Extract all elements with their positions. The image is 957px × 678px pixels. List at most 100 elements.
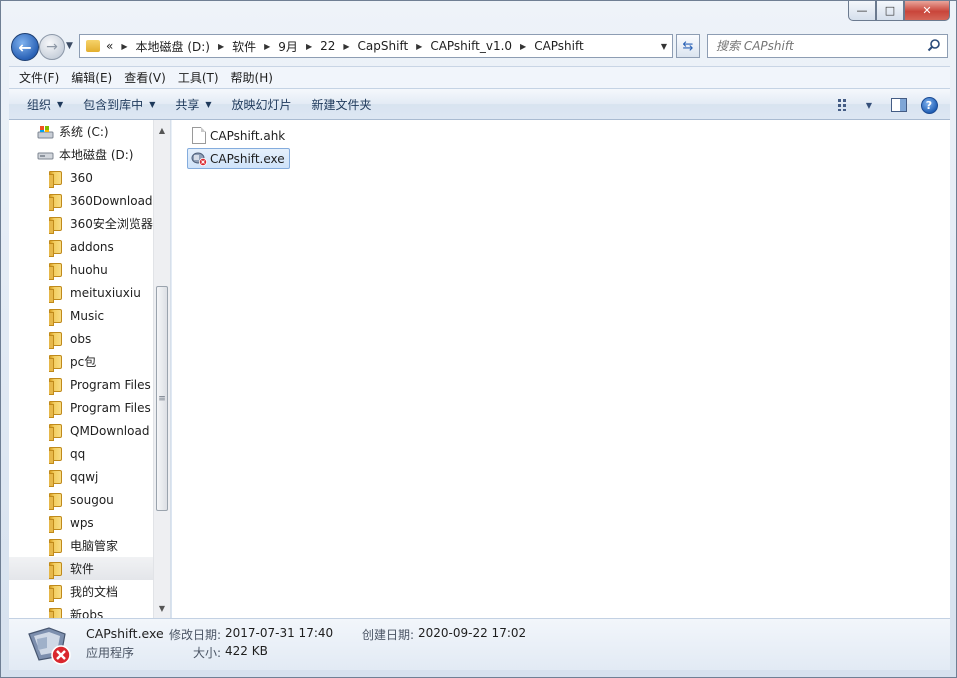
breadcrumb-separator-icon[interactable]: ▶: [306, 42, 312, 51]
file-name: CAPshift.ahk: [210, 128, 286, 143]
breadcrumb-item[interactable]: 9月: [278, 38, 298, 55]
refresh-button[interactable]: ⇆: [676, 34, 700, 58]
nav-folder-item[interactable]: huohu: [9, 258, 154, 281]
folder-icon: [49, 607, 63, 618]
nav-label: QMDownload: [70, 423, 150, 438]
chevron-down-icon: ▼: [149, 99, 156, 109]
folder-icon: [49, 377, 63, 395]
menu-bar: 文件(F) 编辑(E) 查看(V) 工具(T) 帮助(H): [9, 66, 950, 88]
folder-icon: [49, 331, 63, 349]
scroll-down-button[interactable]: ▼: [154, 600, 170, 616]
scroll-up-button[interactable]: ▲: [154, 122, 170, 138]
nav-label: 360: [70, 170, 93, 185]
nav-folder-item[interactable]: qq: [9, 442, 154, 465]
breadcrumb-item[interactable]: 软件: [232, 38, 256, 55]
forward-button[interactable]: →: [39, 34, 65, 60]
breadcrumb-separator-icon[interactable]: ▶: [264, 42, 270, 51]
file-item-selected[interactable]: CAPshift.exe: [187, 148, 290, 169]
nav-label: Music: [70, 308, 105, 323]
nav-folder-item[interactable]: 软件: [9, 557, 154, 580]
maximize-button[interactable]: □: [876, 1, 904, 21]
search-box[interactable]: [707, 34, 948, 58]
details-created-label: 创建日期:: [362, 628, 415, 642]
breadcrumb-item[interactable]: CAPshift: [534, 39, 584, 53]
file-item[interactable]: CAPshift.ahk: [189, 125, 289, 146]
nav-folder-item[interactable]: obs: [9, 327, 154, 350]
nav-drive-d[interactable]: 本地磁盘 (D:): [9, 143, 154, 166]
address-dropdown-button[interactable]: ▼: [656, 42, 672, 51]
nav-folder-item[interactable]: sougou: [9, 488, 154, 511]
menu-view[interactable]: 查看(V): [118, 69, 172, 86]
minimize-button[interactable]: —: [848, 1, 876, 21]
nav-folder-item[interactable]: meituxiuxiu: [9, 281, 154, 304]
share-label: 共享: [175, 97, 200, 112]
breadcrumb-item[interactable]: CapShift: [358, 39, 409, 53]
nav-folder-item[interactable]: Program Files: [9, 373, 154, 396]
nav-folder-item[interactable]: wps: [9, 511, 154, 534]
breadcrumb-separator-icon[interactable]: ▶: [416, 42, 422, 51]
details-size-value: 422 KB: [225, 644, 268, 658]
minimize-icon: —: [856, 4, 868, 17]
file-name: CAPshift.exe: [210, 151, 285, 166]
back-button[interactable]: ←: [11, 33, 39, 61]
breadcrumb-separator-icon[interactable]: ▶: [218, 42, 224, 51]
breadcrumb-separator-icon[interactable]: ▶: [121, 42, 127, 51]
nav-folder-item[interactable]: 360安全浏览器: [9, 212, 154, 235]
menu-edit[interactable]: 编辑(E): [65, 69, 118, 86]
nav-folder-item[interactable]: 电脑管家: [9, 534, 154, 557]
address-bar[interactable]: « ▶ 本地磁盘 (D:) ▶ 软件 ▶ 9月 ▶ 22 ▶ CapShift ▶ CAPshift_…: [79, 34, 673, 58]
view-controls: ▼ ?: [830, 89, 950, 121]
share-button[interactable]: 共享 ▼: [167, 96, 223, 113]
menu-tools[interactable]: 工具(T): [172, 69, 225, 86]
nav-folder-item[interactable]: Music: [9, 304, 154, 327]
organize-button[interactable]: 组织 ▼: [19, 96, 75, 113]
nav-label: 软件: [70, 562, 95, 576]
nav-label: 电脑管家: [70, 539, 119, 553]
change-view-button[interactable]: [830, 93, 860, 117]
breadcrumb-separator-icon[interactable]: ▶: [520, 42, 526, 51]
slideshow-button[interactable]: 放映幻灯片: [224, 96, 304, 113]
text-document-icon: [192, 127, 206, 144]
folder-icon: [49, 239, 63, 257]
view-grid-icon: [838, 99, 846, 111]
folder-icon: [49, 216, 63, 234]
breadcrumb-item[interactable]: 本地磁盘 (D:): [136, 38, 210, 55]
chevron-down-icon: ▼: [158, 603, 166, 613]
help-button[interactable]: ?: [914, 93, 944, 117]
search-input[interactable]: [716, 39, 916, 53]
nav-folder-item[interactable]: 我的文档: [9, 580, 154, 603]
search-icon[interactable]: [927, 38, 941, 52]
nav-folder-item[interactable]: qqwj: [9, 465, 154, 488]
menu-file[interactable]: 文件(F): [13, 69, 65, 86]
nav-folder-item[interactable]: addons: [9, 235, 154, 258]
nav-folder-item[interactable]: 360Downloads: [9, 189, 154, 212]
nav-scrollbar[interactable]: ▲ ≡ ▼: [153, 120, 170, 618]
nav-label: addons: [70, 239, 114, 254]
nav-label: pc包: [70, 355, 97, 369]
breadcrumb-separator-icon[interactable]: ▶: [343, 42, 349, 51]
scroll-thumb[interactable]: ≡: [156, 286, 168, 511]
recent-pages-button[interactable]: ▼: [66, 41, 73, 51]
preview-pane-button[interactable]: [884, 93, 914, 117]
nav-drive-c[interactable]: 系统 (C:): [9, 120, 154, 143]
menu-help[interactable]: 帮助(H): [225, 69, 279, 86]
breadcrumb-item[interactable]: CAPshift_v1.0: [430, 39, 512, 53]
folder-icon: [49, 538, 63, 556]
nav-folder-item[interactable]: 360: [9, 166, 154, 189]
new-folder-button[interactable]: 新建文件夹: [304, 96, 384, 113]
details-modified-label: 修改日期:: [169, 628, 222, 642]
details-modified-value: 2017-07-31 17:40: [225, 626, 334, 640]
forward-arrow-icon: →: [46, 39, 58, 55]
breadcrumb-overflow[interactable]: «: [106, 39, 113, 53]
view-options-button[interactable]: ▼: [860, 93, 878, 117]
nav-folder-item[interactable]: pc包: [9, 350, 154, 373]
file-list: CAPshift.ahk CAPshift.exe: [172, 120, 950, 618]
nav-folder-item[interactable]: QMDownload: [9, 419, 154, 442]
close-button[interactable]: ✕: [904, 1, 950, 21]
nav-folder-item[interactable]: Program Files: [9, 396, 154, 419]
nav-folder-item[interactable]: 新obs: [9, 603, 154, 618]
folder-icon: [49, 584, 63, 602]
include-in-library-button[interactable]: 包含到库中 ▼: [75, 96, 167, 113]
breadcrumb-item[interactable]: 22: [320, 39, 335, 53]
refresh-icon: ⇆: [682, 38, 694, 54]
